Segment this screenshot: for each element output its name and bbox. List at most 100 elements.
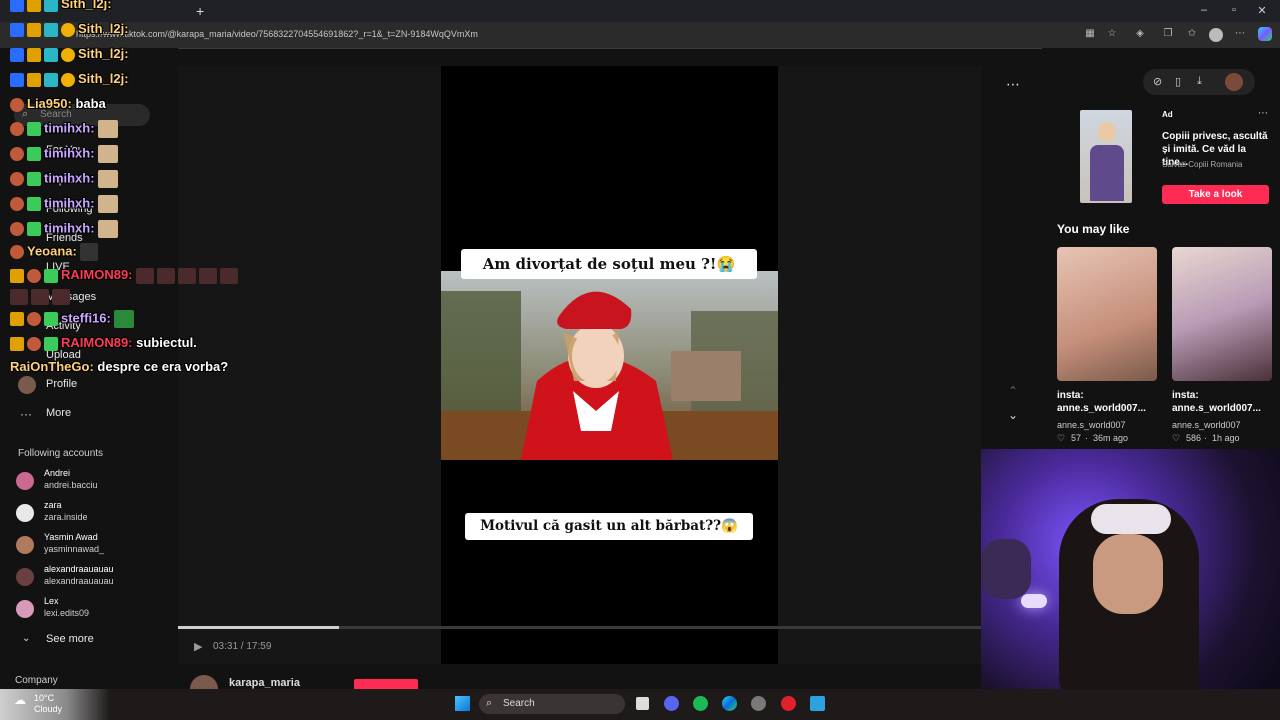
emote-icon bbox=[31, 288, 49, 305]
chat-message: RaiOnTheGo: despre ce era vorba? bbox=[10, 359, 228, 374]
account-item[interactable]: Andrei andrei.bacciu bbox=[16, 468, 176, 496]
chat-username[interactable]: timihxh: bbox=[44, 120, 95, 135]
spotify-icon[interactable] bbox=[693, 696, 708, 711]
account-name: Lex bbox=[44, 596, 59, 606]
more-options-icon[interactable]: ⋯ bbox=[1006, 76, 1020, 93]
chat-message: steffi16: bbox=[10, 310, 137, 328]
new-tab-button[interactable]: + bbox=[196, 3, 204, 19]
emote-icon bbox=[178, 267, 197, 284]
task-view-icon[interactable] bbox=[636, 697, 649, 710]
nav-profile[interactable]: Profile bbox=[46, 378, 77, 390]
chat-username[interactable]: Sith_l2j: bbox=[78, 71, 129, 86]
recommended-thumbnail[interactable] bbox=[1172, 247, 1272, 381]
close-icon[interactable]: ✕ bbox=[1252, 4, 1272, 17]
crown-icon bbox=[27, 0, 41, 12]
chat-message: Sith_l2j: bbox=[10, 0, 112, 12]
windows-start-icon[interactable] bbox=[455, 696, 470, 711]
recommended-user[interactable]: anne.s_world007 bbox=[1057, 420, 1126, 430]
chat-username[interactable]: Yeoana: bbox=[27, 243, 77, 258]
chat-username[interactable]: Lia950: bbox=[27, 96, 72, 111]
chat-username[interactable]: RaiOnTheGo: bbox=[10, 359, 94, 374]
app-icon[interactable] bbox=[810, 696, 825, 711]
chat-username[interactable]: RAIMON89: bbox=[61, 267, 133, 282]
ad-label: Ad bbox=[1162, 110, 1173, 119]
avatar bbox=[16, 536, 34, 554]
download-icon[interactable]: ⤓ bbox=[1197, 75, 1202, 88]
more-dots-icon: ··· bbox=[20, 407, 32, 421]
gift-icon bbox=[27, 147, 41, 161]
avatar bbox=[16, 472, 34, 490]
recommended-title[interactable]: insta: anne.s_world007... bbox=[1172, 389, 1272, 415]
account-item[interactable]: Lex lexi.edits09 bbox=[16, 596, 176, 624]
chat-username[interactable]: timihxh: bbox=[44, 220, 95, 235]
badge-icon bbox=[10, 72, 24, 87]
weather-widget[interactable]: ☁ 10°C Cloudy bbox=[0, 689, 110, 720]
account-handle: andrei.bacciu bbox=[44, 480, 98, 490]
compass-icon[interactable]: ⊘ bbox=[1153, 75, 1162, 88]
separator: · bbox=[1085, 433, 1088, 443]
account-item[interactable]: zara zara.inside bbox=[16, 500, 176, 528]
author-name[interactable]: karapa_maria bbox=[229, 677, 300, 689]
chat-username[interactable]: timihxh: bbox=[44, 195, 95, 210]
copilot-icon[interactable] bbox=[1258, 27, 1272, 41]
edge-icon[interactable] bbox=[722, 696, 737, 711]
video-caption-bottom: Motivul că gasit un alt bărbat??😱 bbox=[465, 513, 753, 540]
discord-icon[interactable] bbox=[664, 696, 679, 711]
obs-icon[interactable] bbox=[751, 696, 766, 711]
user-avatar[interactable] bbox=[1225, 73, 1243, 91]
account-item[interactable]: alexandraauauau alexandraauauau bbox=[16, 564, 176, 592]
ad-thumbnail-face bbox=[1098, 122, 1116, 142]
chat-text: despre ce era vorba? bbox=[97, 359, 229, 374]
phone-icon[interactable]: ▯ bbox=[1175, 75, 1181, 88]
split-screen-icon[interactable]: ❐ bbox=[1162, 28, 1174, 40]
fox-icon bbox=[27, 268, 41, 283]
chat-username[interactable]: steffi16: bbox=[61, 310, 111, 325]
fox-icon bbox=[27, 312, 41, 326]
chat-username[interactable]: timihxh: bbox=[44, 145, 95, 160]
video-progress-fill bbox=[178, 626, 339, 629]
chat-username[interactable]: Sith_l2j: bbox=[78, 46, 129, 61]
ad-thumbnail-figure bbox=[1090, 145, 1124, 201]
arrow-down-icon[interactable]: ⌄ bbox=[1008, 408, 1018, 422]
favorites-icon[interactable]: ✩ bbox=[1186, 28, 1198, 40]
chat-username[interactable]: Sith_l2j: bbox=[61, 0, 112, 11]
address-bar[interactable]: https://www.tiktok.com/@karapa_maria/vid… bbox=[0, 22, 1280, 49]
play-icon[interactable]: ▶ bbox=[194, 640, 202, 653]
company-link[interactable]: Company bbox=[15, 675, 58, 686]
recommended-title[interactable]: insta: anne.s_world007... bbox=[1057, 389, 1167, 415]
extension-icon[interactable]: ◈ bbox=[1134, 28, 1146, 40]
taskbar-search[interactable]: ⌕ Search bbox=[479, 694, 625, 714]
crown-icon bbox=[27, 22, 41, 37]
fox-icon bbox=[10, 197, 24, 211]
arrow-up-icon[interactable]: ⌃ bbox=[1008, 384, 1018, 398]
take-a-look-button[interactable]: Take a look bbox=[1162, 185, 1269, 204]
ad-more-icon[interactable]: ⋯ bbox=[1258, 108, 1268, 119]
profile-avatar[interactable] bbox=[1209, 28, 1223, 42]
favorite-icon[interactable]: ☆ bbox=[1106, 28, 1118, 40]
chat-message: timihxh: bbox=[10, 220, 121, 238]
following-accounts-header: Following accounts bbox=[18, 448, 104, 459]
chat-username[interactable]: Sith_l2j: bbox=[78, 21, 129, 36]
avatar bbox=[16, 504, 34, 522]
chat-message: Sith_l2j: bbox=[10, 46, 129, 62]
profile-avatar-icon[interactable] bbox=[18, 376, 36, 394]
account-item[interactable]: Yasmin Awad yasminnawad_ bbox=[16, 532, 176, 560]
chat-username[interactable]: timihxh: bbox=[44, 170, 95, 185]
url-text[interactable]: https://www.tiktok.com/@karapa_maria/vid… bbox=[76, 29, 478, 39]
minimize-icon[interactable]: – bbox=[1194, 4, 1214, 16]
video-frame bbox=[441, 271, 778, 460]
maximize-icon[interactable]: ▫ bbox=[1224, 4, 1244, 16]
author-avatar[interactable] bbox=[190, 675, 218, 689]
see-more-link[interactable]: See more bbox=[46, 633, 94, 645]
app-icon[interactable] bbox=[781, 696, 796, 711]
more-menu-icon[interactable]: ⋯ bbox=[1234, 28, 1246, 40]
recommended-thumbnail[interactable] bbox=[1057, 247, 1157, 381]
crown-icon bbox=[27, 72, 41, 87]
nav-more[interactable]: More bbox=[46, 407, 71, 419]
app-available-icon[interactable]: ▦ bbox=[1084, 28, 1096, 40]
chat-username[interactable]: RAIMON89: bbox=[61, 335, 133, 350]
badge-icon bbox=[44, 47, 58, 62]
account-name: zara bbox=[44, 500, 62, 510]
recommended-user[interactable]: anne.s_world007 bbox=[1172, 420, 1241, 430]
follow-button[interactable] bbox=[354, 679, 418, 689]
